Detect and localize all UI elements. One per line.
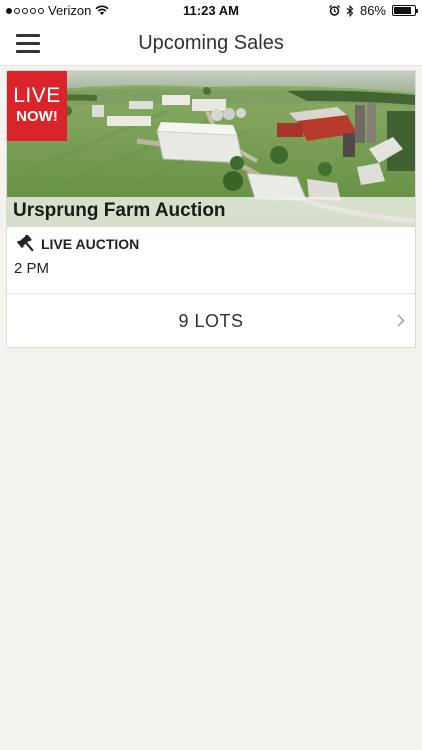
sale-type-row: LIVE AUCTION — [17, 235, 139, 253]
sale-title: Ursprung Farm Auction — [13, 200, 226, 221]
alarm-icon — [329, 5, 340, 16]
battery-percent: 86% — [359, 3, 386, 18]
lots-count: 9 LOTS — [178, 311, 244, 331]
nav-bar: Upcoming Sales — [0, 22, 422, 66]
status-bar: Verizon 11:23 AM 86% — [0, 0, 422, 22]
page-title: Upcoming Sales — [138, 32, 284, 54]
live-now-badge: LIVE NOW! — [7, 71, 67, 141]
chevron-right-icon — [397, 314, 405, 327]
sale-title-strip: Ursprung Farm Auction — [7, 197, 415, 227]
live-badge-line1: LIVE — [13, 84, 61, 107]
sale-hero-image[interactable]: LIVE NOW! Ursprung Farm Auction — [7, 71, 415, 227]
battery-icon — [392, 5, 418, 16]
gavel-icon — [17, 235, 34, 252]
lots-row[interactable]: 9 LOTS — [7, 293, 415, 347]
live-badge-line2: NOW! — [16, 108, 58, 125]
sale-time: 2 PM — [14, 260, 50, 277]
sale-type-label: LIVE AUCTION — [41, 236, 140, 252]
bluetooth-icon — [346, 4, 354, 17]
sale-card[interactable]: LIVE NOW! Ursprung Farm Auction LIVE AUC… — [6, 70, 416, 348]
status-right: 86% — [329, 3, 418, 18]
